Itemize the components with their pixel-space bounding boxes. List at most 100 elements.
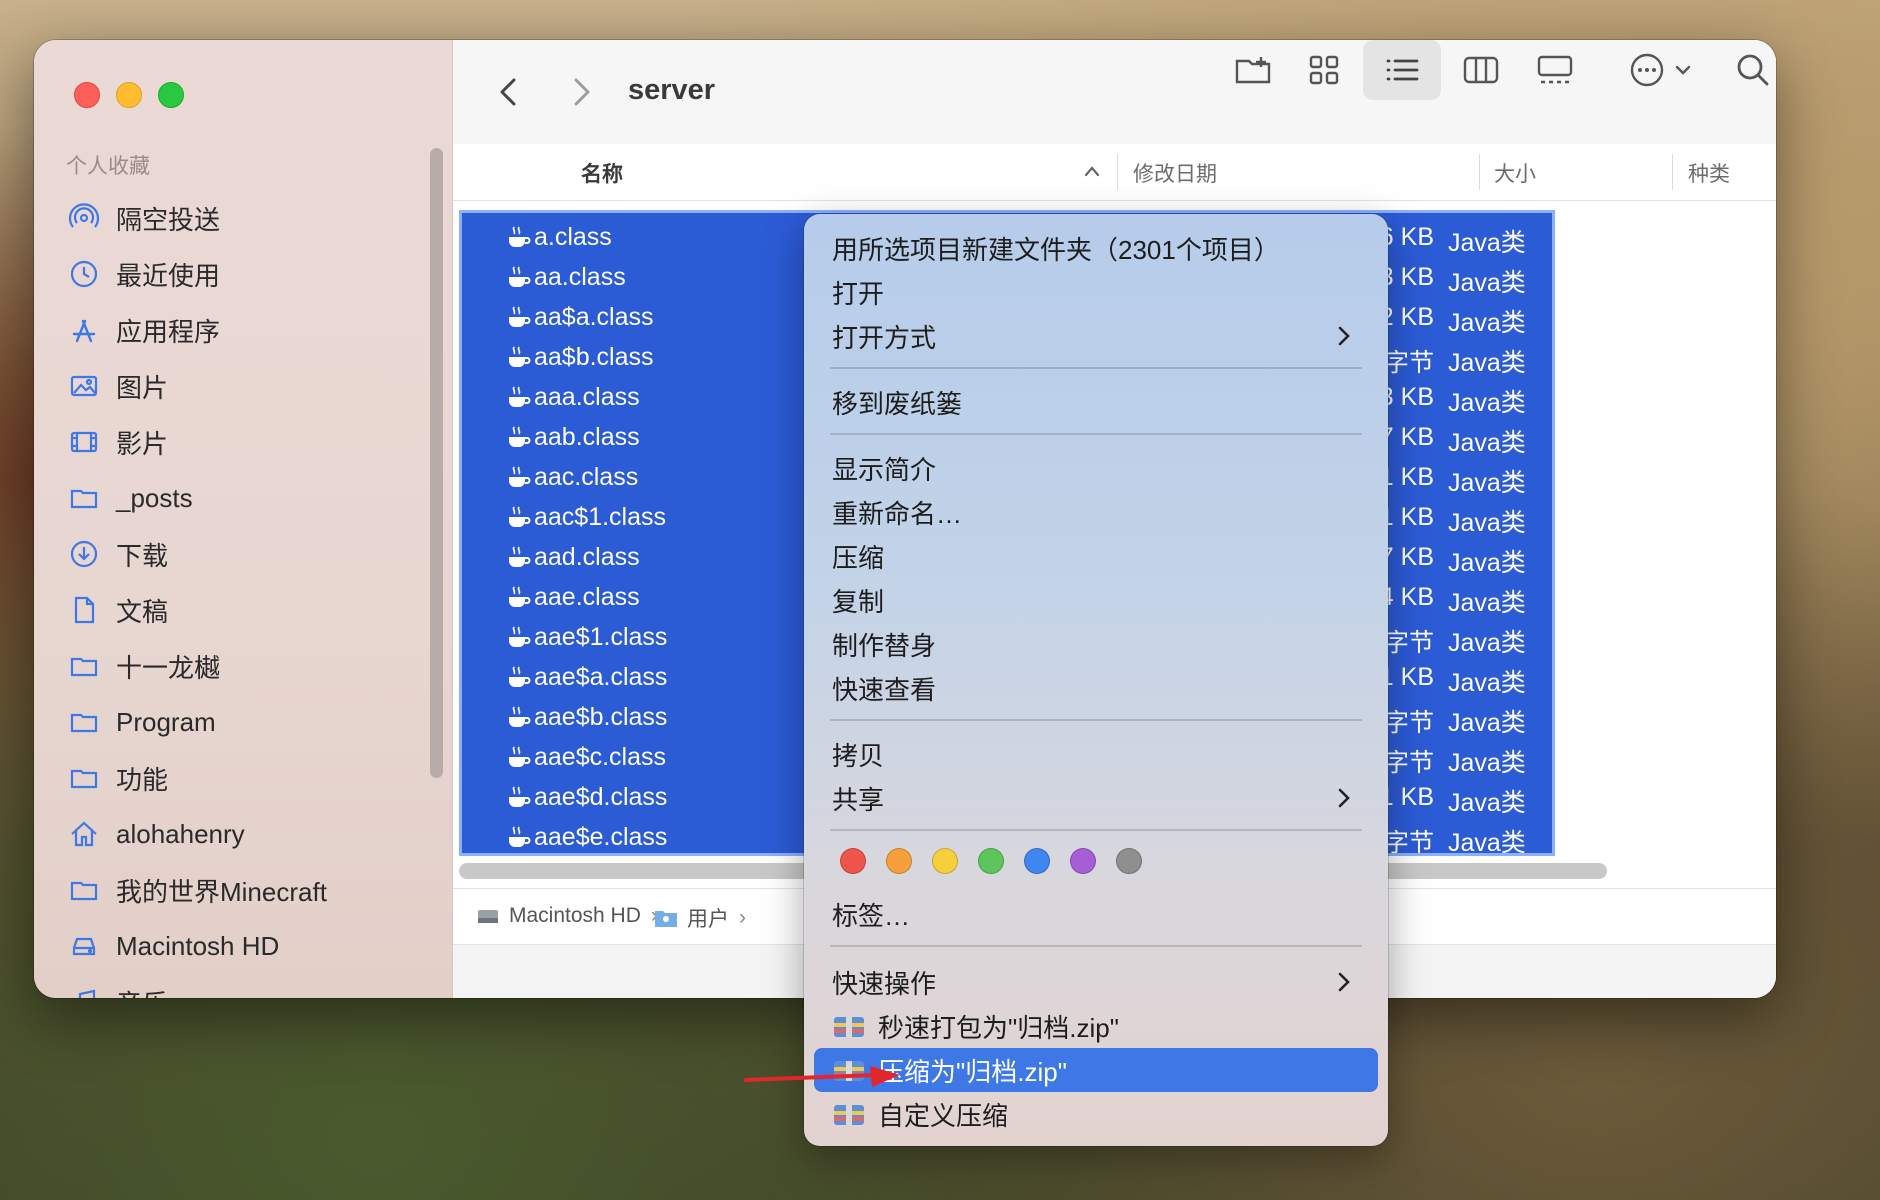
menu-share[interactable]: 共享 (832, 778, 1364, 818)
menu-fast-zip[interactable]: 秒速打包为"归档.zip" (832, 1006, 1364, 1046)
sort-ascending-icon[interactable] (1083, 164, 1101, 178)
menu-get-info[interactable]: 显示简介 (832, 448, 1364, 488)
sidebar-item-music[interactable]: 音乐 (68, 974, 327, 998)
menu-move-to-trash[interactable]: 移到废纸篓 (832, 382, 1364, 422)
sidebar-item-minecraft[interactable]: 我的世界Minecraft (68, 862, 327, 918)
column-kind[interactable]: 种类 (1688, 158, 1730, 188)
tag-color-dot[interactable] (1024, 848, 1050, 874)
music-icon (78, 989, 96, 998)
column-header: 名称 修改日期 大小 种类 (453, 144, 1776, 201)
menu-copy[interactable]: 拷贝 (832, 734, 1364, 774)
menu-label: 快速查看 (832, 674, 937, 705)
menu-tags[interactable]: 标签… (832, 894, 1364, 934)
sidebar-item-home[interactable]: alohahenry (68, 806, 327, 862)
new-folder-icon (1235, 57, 1271, 84)
menu-rename[interactable]: 重新命名… (832, 492, 1364, 532)
sidebar-item-recents[interactable]: 最近使用 (68, 246, 327, 302)
document-icon (74, 596, 95, 624)
column-size[interactable]: 大小 (1494, 158, 1536, 188)
sidebar-item-label: Program (116, 706, 216, 737)
menu-label: 快速操作 (832, 968, 937, 999)
menu-custom-compress[interactable]: 自定义压缩 (832, 1094, 1364, 1134)
tag-color-dot[interactable] (1070, 848, 1096, 874)
file-name: aad.class (534, 543, 640, 571)
menu-label: 制作替身 (832, 630, 937, 661)
path-item-macintosh-hd[interactable]: Macintosh HD › (475, 903, 658, 929)
column-modified[interactable]: 修改日期 (1133, 158, 1217, 188)
file-kind: Java类 (1448, 309, 1526, 337)
sidebar-item-label: 应用程序 (116, 316, 221, 347)
gallery-icon (1537, 55, 1573, 84)
java-class-icon (509, 306, 531, 327)
sidebar-item-downloads[interactable]: 下载 (68, 526, 327, 582)
sidebar-item-applications[interactable]: 应用程序 (68, 302, 327, 358)
file-kind: Java类 (1448, 629, 1526, 657)
file-kind: Java类 (1448, 709, 1526, 737)
tag-color-dot[interactable] (1116, 848, 1142, 874)
menu-open-with[interactable]: 打开方式 (832, 316, 1364, 356)
menu-open[interactable]: 打开 (832, 272, 1364, 312)
sidebar-item-movies[interactable]: 影片 (68, 414, 327, 470)
forward-icon[interactable] (561, 72, 601, 112)
minimize-button[interactable] (116, 82, 142, 108)
new-folder-button[interactable] (1225, 40, 1281, 100)
ellipsis-circle-icon (1630, 53, 1664, 87)
menu-label: 秒速打包为"归档.zip" (878, 1012, 1119, 1043)
column-divider[interactable] (1672, 154, 1673, 190)
sidebar-item-program[interactable]: Program (68, 694, 327, 750)
back-icon[interactable] (489, 72, 529, 112)
sidebar-item-folder-longyue[interactable]: 十一龙樾 (68, 638, 327, 694)
menu-label: 打开 (832, 278, 885, 309)
search-button[interactable] (1725, 40, 1776, 100)
sidebar-item-posts[interactable]: _posts (68, 470, 327, 526)
sidebar-item-label: alohahenry (116, 818, 245, 849)
column-divider[interactable] (1479, 154, 1480, 190)
file-name: aae.class (534, 583, 640, 611)
file-kind: Java类 (1448, 509, 1526, 537)
sidebar-section-favorites: 个人收藏 (66, 155, 150, 178)
tag-color-dot[interactable] (932, 848, 958, 874)
sidebar-item-airdrop[interactable]: 隔空投送 (68, 190, 327, 246)
list-view-button[interactable] (1363, 40, 1441, 100)
path-item-users[interactable]: 用户 › (653, 903, 746, 933)
menu-quick-look[interactable]: 快速查看 (832, 668, 1364, 708)
sidebar-item-features[interactable]: 功能 (68, 750, 327, 806)
sidebar-item-label: 隔空投送 (116, 204, 221, 235)
tag-color-dot[interactable] (840, 848, 866, 874)
menu-label: 压缩 (832, 542, 885, 573)
tag-color-dot[interactable] (886, 848, 912, 874)
menu-label: 用所选项目新建文件夹（2301个项目） (832, 234, 1280, 265)
file-kind: Java类 (1448, 429, 1526, 457)
file-kind: Java类 (1448, 589, 1526, 617)
menu-make-alias[interactable]: 制作替身 (832, 624, 1364, 664)
sidebar-item-pictures[interactable]: 图片 (68, 358, 327, 414)
sidebar-item-macintosh-hd[interactable]: Macintosh HD (68, 918, 327, 974)
menu-label: 共享 (832, 784, 885, 815)
column-view-button[interactable] (1453, 40, 1509, 100)
file-kind: Java类 (1448, 749, 1526, 777)
zoom-button[interactable] (158, 82, 184, 108)
sidebar-scrollbar[interactable] (430, 148, 443, 778)
file-name: aac.class (534, 463, 639, 491)
close-button[interactable] (74, 82, 100, 108)
column-name[interactable]: 名称 (581, 158, 623, 188)
column-divider[interactable] (1117, 154, 1118, 190)
menu-duplicate[interactable]: 复制 (832, 580, 1364, 620)
path-label: Macintosh HD (509, 904, 641, 927)
menu-label: 拷贝 (832, 740, 885, 771)
menu-quick-actions[interactable]: 快速操作 (832, 962, 1364, 1002)
menu-compress[interactable]: 压缩 (832, 536, 1364, 576)
annotation-arrow-icon (744, 1066, 900, 1087)
icon-view-button[interactable] (1296, 40, 1352, 100)
java-class-icon (509, 226, 531, 247)
menu-new-folder-with-selection[interactable]: 用所选项目新建文件夹（2301个项目） (832, 228, 1364, 268)
disk-icon (72, 937, 96, 956)
sidebar-item-documents[interactable]: 文稿 (68, 582, 327, 638)
java-class-icon (509, 266, 531, 287)
more-actions-button[interactable] (1615, 40, 1705, 100)
gallery-view-button[interactable] (1527, 40, 1583, 100)
menu-label: 重新命名… (832, 498, 963, 529)
menu-separator (830, 829, 1362, 831)
file-name: aa.class (534, 263, 626, 291)
tag-color-dot[interactable] (978, 848, 1004, 874)
